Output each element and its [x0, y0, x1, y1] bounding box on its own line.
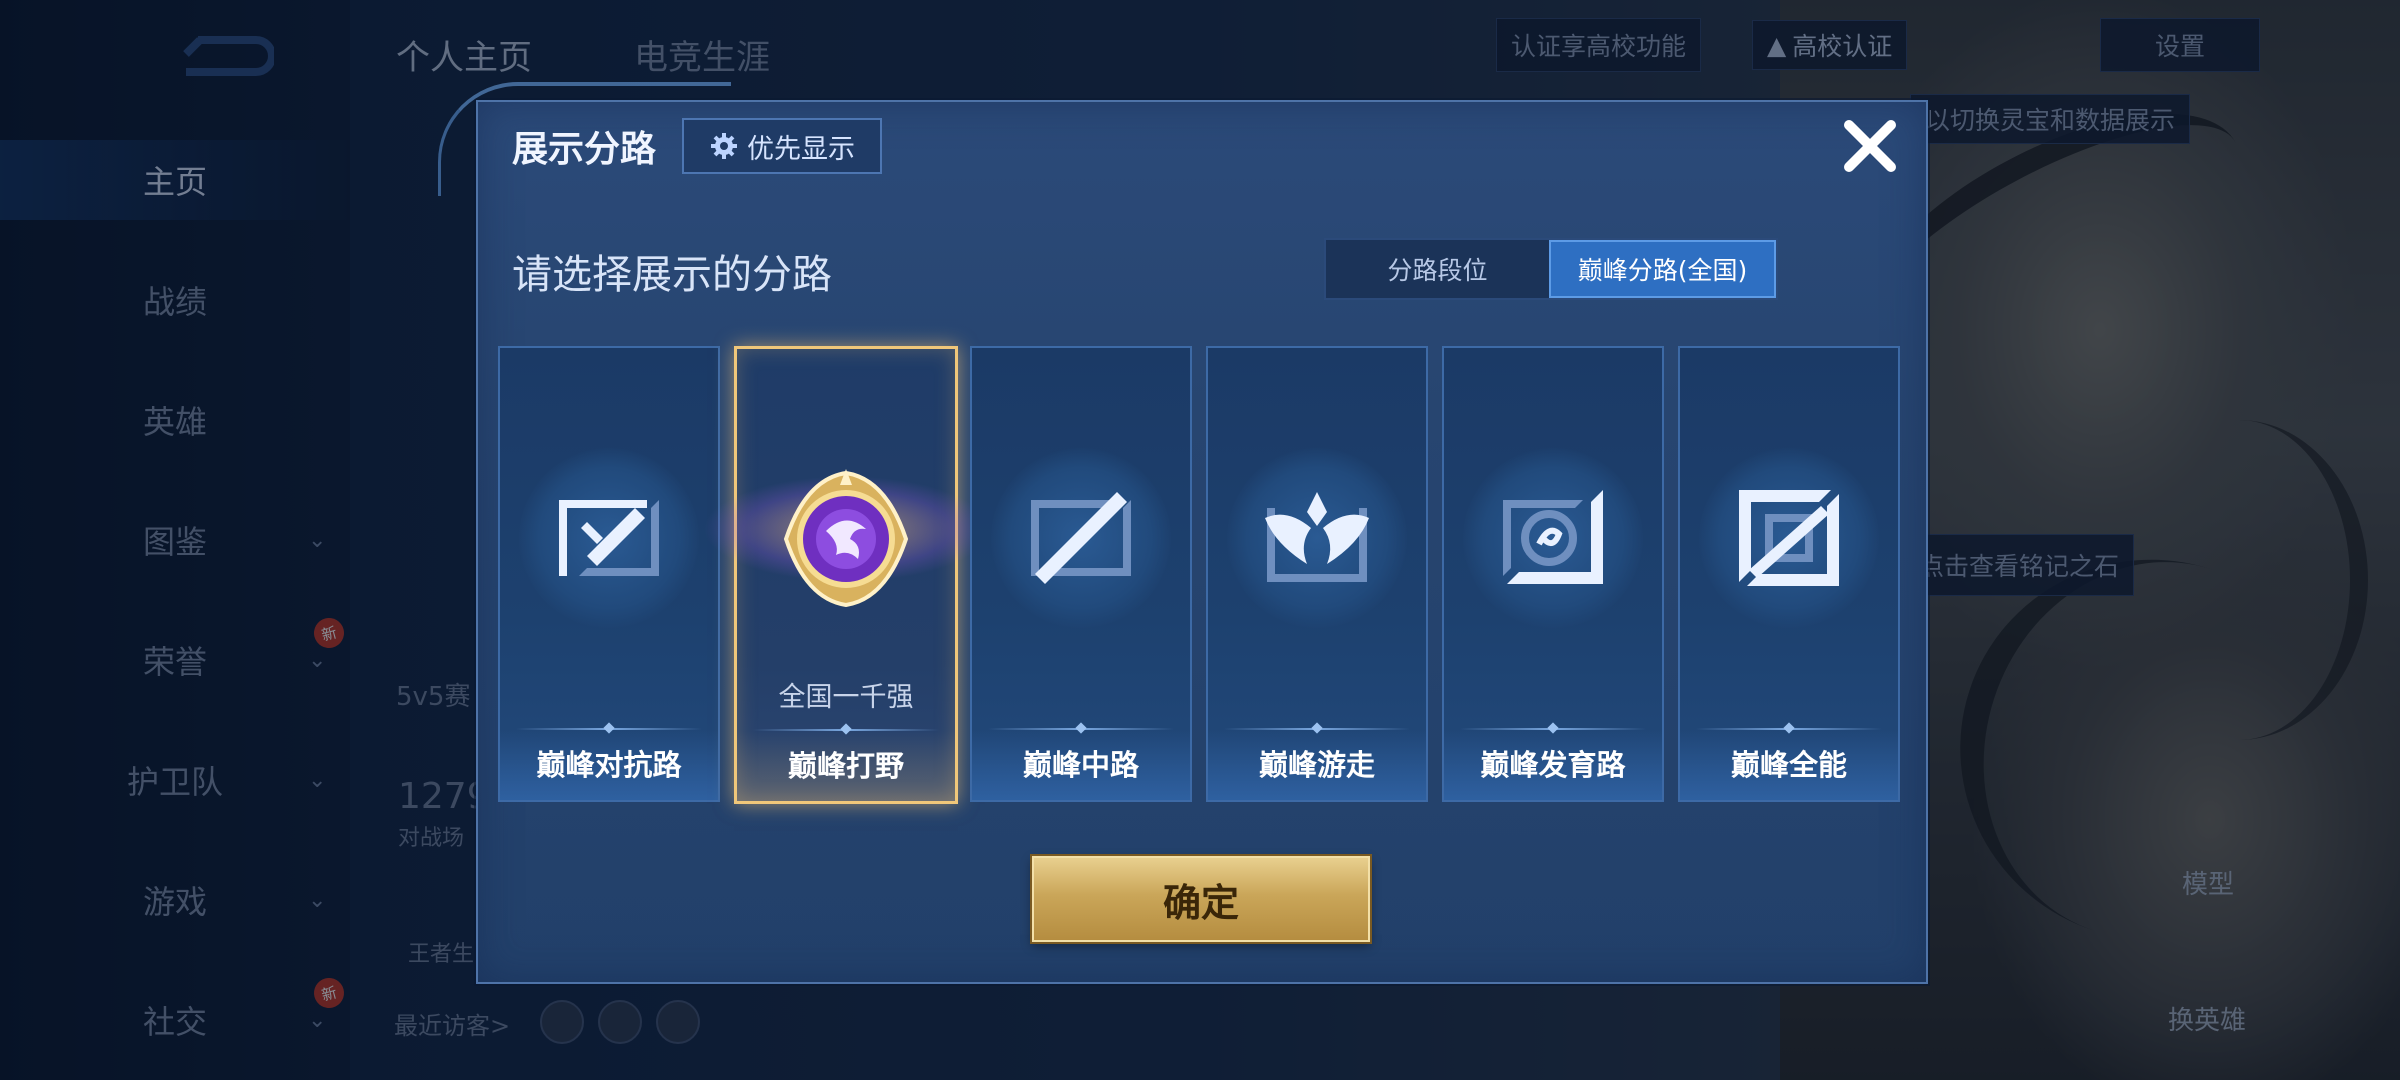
close-icon [1844, 120, 1896, 172]
lane-mode-toggle: 分路段位 巅峰分路(全国) [1324, 238, 1778, 300]
lane-card-jungle[interactable]: 全国一千强 巅峰打野 [657, 346, 1037, 804]
select-lane-heading: 请选择展示的分路 [512, 252, 832, 298]
dialog-title: 展示分路 [512, 129, 657, 170]
lane-card-label: 巅峰全能 [1730, 748, 1847, 782]
clash-lane-icon [559, 500, 659, 576]
priority-display-button[interactable]: 优先显示 [682, 118, 882, 174]
lane-card-label: 巅峰打野 [787, 749, 904, 783]
confirm-button[interactable]: 确定 [1032, 856, 1370, 942]
lane-card-label: 巅峰中路 [1022, 748, 1139, 782]
lane-cards: 巅峰对抗路 全国一千强 巅峰打野 巅峰中路 巅峰游走 巅峰发育路 巅峰全能 [498, 346, 1908, 804]
jungle-badge-icon [783, 469, 909, 608]
farm-lane-icon [1503, 490, 1603, 584]
lane-card-label: 巅峰发育路 [1480, 748, 1626, 782]
segment-lane-rank[interactable]: 分路段位 [1326, 240, 1549, 298]
lane-display-dialog: 展示分路 优先显示 请选择展示的分路 分路段位 巅峰分路(全国) 巅峰对抗路 全… [438, 82, 1928, 984]
lane-card-mid[interactable]: 巅峰中路 [970, 346, 1192, 802]
all-round-icon [1739, 490, 1839, 586]
priority-display-label: 优先显示 [747, 133, 855, 165]
lane-card-all-round[interactable]: 巅峰全能 [1678, 346, 1900, 802]
close-button[interactable] [1836, 112, 1904, 180]
rank-text: 全国一千强 [778, 682, 914, 713]
roam-wings-icon [1265, 492, 1369, 582]
lane-card-label: 巅峰游走 [1258, 748, 1375, 782]
lane-card-label: 巅峰对抗路 [536, 748, 682, 782]
mid-lane-icon [1031, 492, 1131, 584]
gear-icon [711, 133, 737, 159]
segment-peak-lane-national[interactable]: 巅峰分路(全国) [1549, 240, 1776, 298]
lane-card-farm[interactable]: 巅峰发育路 [1442, 346, 1664, 802]
lane-card-roam[interactable]: 巅峰游走 [1206, 346, 1428, 802]
